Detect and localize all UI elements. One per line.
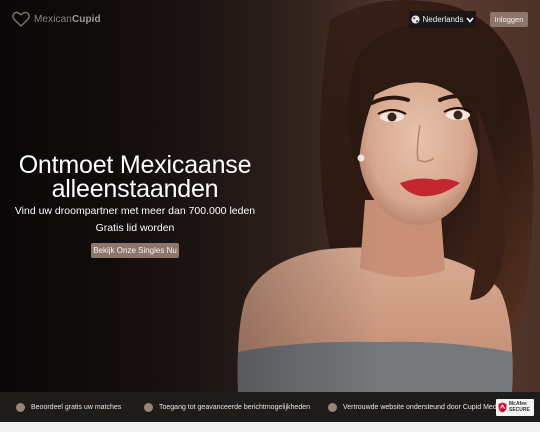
bullet-icon	[144, 403, 153, 412]
mcafee-line2: SECURE	[509, 406, 530, 413]
hero-free-signup-text: Gratis lid worden	[95, 222, 175, 234]
hero-headline: Ontmoet Mexicaanse alleenstaanden	[0, 151, 270, 203]
heart-logo-icon	[12, 11, 30, 27]
mcafee-shield-icon	[498, 402, 507, 413]
hero-headline-line1: Ontmoet Mexicaanse	[18, 151, 252, 179]
brand-logo[interactable]: MexicanCupid	[12, 10, 101, 28]
brand-name-part1: Mexican	[34, 13, 72, 25]
login-button[interactable]: Inloggen	[490, 12, 528, 27]
brand-name-part2: Cupid	[71, 13, 101, 25]
bullet-icon	[328, 403, 337, 412]
mcafee-text: McAfee SECURE	[509, 401, 530, 413]
browse-singles-button[interactable]: Bekijk Onze Singles Nu	[91, 243, 179, 258]
mcafee-secure-badge[interactable]: McAfee SECURE	[496, 399, 534, 416]
feature-label: Beoordeel gratis uw matches	[31, 404, 122, 411]
language-selector[interactable]: Nederlands	[409, 11, 476, 28]
feature-item: Toegang tot geavanceerde berichtmogelijk…	[144, 402, 310, 413]
feature-label: Vertrouwde website ondersteund door Cupi…	[343, 404, 503, 411]
hero-subline: Vind uw droompartner met meer dan 700.00…	[14, 205, 256, 217]
feature-item: Beoordeel gratis uw matches	[16, 402, 121, 413]
globe-icon	[410, 15, 420, 24]
features-bar: Beoordeel gratis uw matches Toegang tot …	[0, 392, 540, 422]
bullet-icon	[16, 403, 25, 412]
feature-label: Toegang tot geavanceerde berichtmogelijk…	[159, 404, 310, 411]
feature-item: Vertrouwde website ondersteund door Cupi…	[328, 402, 502, 413]
brand-name: MexicanCupid	[34, 14, 101, 25]
language-label: Nederlands	[422, 15, 464, 24]
chevron-down-icon	[466, 16, 475, 23]
page-bottom-strip	[0, 422, 540, 432]
hero-headline-line2: alleenstaanden	[51, 175, 219, 203]
